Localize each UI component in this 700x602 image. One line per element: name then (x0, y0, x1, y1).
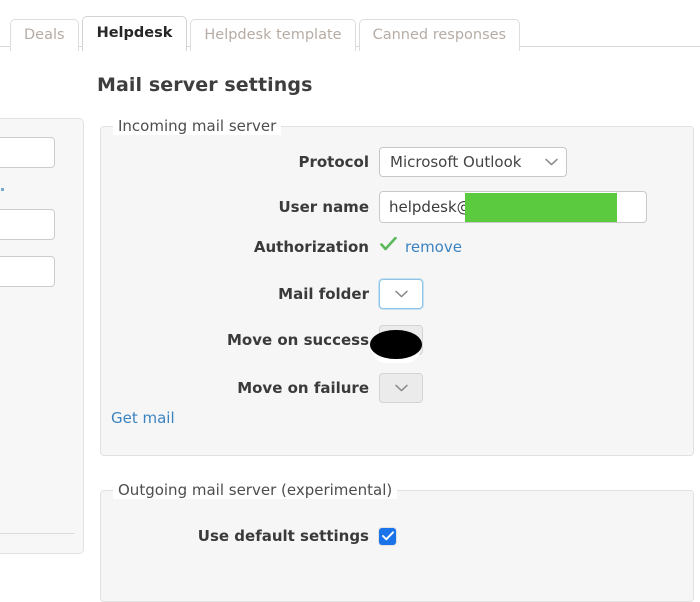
redaction-overlay (465, 193, 617, 222)
tab-list: Deals Helpdesk Helpdesk template Canned … (10, 16, 521, 52)
mail-folder-select[interactable] (379, 279, 423, 309)
username-input[interactable]: helpdesk@ (379, 191, 647, 223)
page-title: Mail server settings (97, 74, 313, 96)
tab-helpdesk-template[interactable]: Helpdesk template (190, 19, 356, 51)
main-content: Mail server settings Incoming mail serve… (0, 48, 700, 602)
tab-deals[interactable]: Deals (10, 19, 79, 51)
protocol-select-value: Microsoft Outlook (390, 153, 522, 171)
incoming-legend: Incoming mail server (113, 117, 282, 135)
move-on-failure-select[interactable] (379, 373, 423, 403)
use-default-settings-row: Use default settings (101, 527, 693, 545)
outgoing-mail-server-fieldset: Outgoing mail server (experimental) Use … (100, 481, 694, 602)
move-on-failure-row: Move on failure (101, 373, 693, 403)
authorization-row: Authorization remove (101, 236, 693, 256)
username-row: User name helpdesk@ (101, 191, 693, 223)
use-default-settings-checkbox[interactable] (379, 527, 396, 545)
mail-folder-row: Mail folder (101, 279, 693, 309)
protocol-row: Protocol Microsoft Outlook (101, 147, 693, 177)
check-icon (380, 236, 397, 256)
remove-authorization-link[interactable]: remove (405, 238, 462, 256)
move-on-failure-label: Move on failure (237, 379, 369, 397)
chevron-down-icon (394, 382, 408, 395)
mail-folder-label: Mail folder (278, 285, 369, 303)
move-on-success-label: Move on success (226, 331, 369, 349)
use-default-settings-label: Use default settings (197, 527, 369, 545)
chevron-down-icon (545, 156, 558, 169)
incoming-mail-server-fieldset: Incoming mail server Protocol Microsoft … (100, 117, 694, 456)
username-input-value: helpdesk@ (389, 198, 472, 216)
authorization-label: Authorization (253, 237, 369, 256)
tab-canned-responses[interactable]: Canned responses (358, 19, 521, 51)
redaction-blob (370, 330, 422, 359)
get-mail-link[interactable]: Get mail (111, 409, 175, 427)
outgoing-legend: Outgoing mail server (experimental) (113, 481, 398, 499)
username-label: User name (278, 198, 369, 216)
tab-bar: Deals Helpdesk Helpdesk template Canned … (0, 0, 700, 52)
protocol-select[interactable]: Microsoft Outlook (379, 147, 567, 177)
tab-helpdesk[interactable]: Helpdesk (81, 16, 188, 52)
chevron-down-icon (394, 288, 408, 301)
protocol-label: Protocol (298, 153, 369, 171)
